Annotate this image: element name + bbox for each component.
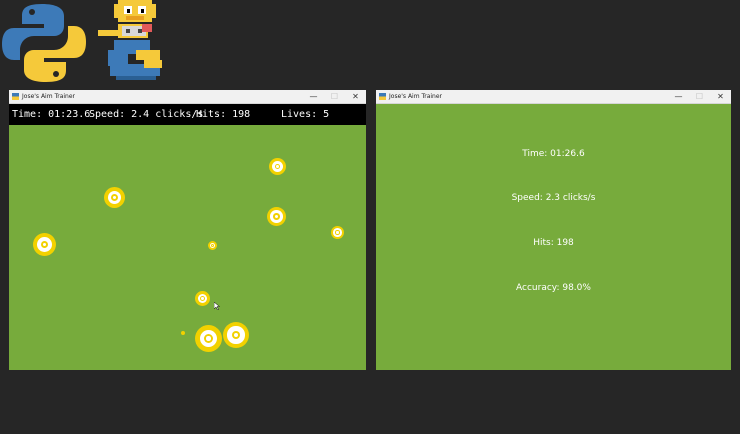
maximize-button[interactable]: ☐ xyxy=(324,90,345,103)
aim-trainer-window[interactable]: Jose's Aim Trainer — ☐ ✕ Time: 01:23.6 S… xyxy=(9,90,366,370)
target[interactable] xyxy=(223,322,249,348)
target[interactable] xyxy=(269,158,286,175)
results-window[interactable]: Jose's Aim Trainer — ☐ ✕ Time: 01:26.6 S… xyxy=(376,90,731,370)
python-logo xyxy=(2,4,86,82)
target[interactable] xyxy=(195,325,222,352)
mouse-cursor-icon xyxy=(214,302,220,310)
pixel-python-mascot xyxy=(98,0,162,80)
python-app-icon xyxy=(379,93,386,100)
hud-speed: Speed: 2.4 clicks/s xyxy=(89,109,204,120)
window-title: Jose's Aim Trainer xyxy=(22,93,76,100)
target[interactable] xyxy=(331,226,344,239)
target[interactable] xyxy=(195,291,210,306)
minimize-button[interactable]: — xyxy=(668,90,689,103)
target[interactable] xyxy=(33,233,56,256)
window-title: Jose's Aim Trainer xyxy=(389,93,443,100)
hud-lives: Lives: 5 xyxy=(281,109,330,120)
hud-hits: Hits: 198 xyxy=(196,109,251,120)
title-bar[interactable]: Jose's Aim Trainer — ☐ ✕ xyxy=(9,90,366,104)
result-hits: Hits: 198 xyxy=(533,238,574,248)
result-speed: Speed: 2.3 clicks/s xyxy=(511,193,596,203)
game-field[interactable] xyxy=(9,125,366,370)
hud-time: Time: 01:23.6 xyxy=(12,109,91,120)
target[interactable] xyxy=(104,187,125,208)
close-button[interactable]: ✕ xyxy=(710,90,731,103)
target[interactable] xyxy=(181,331,185,335)
result-accuracy: Accuracy: 98.0% xyxy=(516,283,591,293)
target[interactable] xyxy=(267,207,286,226)
python-app-icon xyxy=(12,93,19,100)
result-time: Time: 01:26.6 xyxy=(522,149,585,159)
target[interactable] xyxy=(208,241,217,250)
title-bar[interactable]: Jose's Aim Trainer — ☐ ✕ xyxy=(376,90,731,104)
hud-bar: Time: 01:23.6 Speed: 2.4 clicks/s Hits: … xyxy=(9,104,366,125)
maximize-button[interactable]: ☐ xyxy=(689,90,710,103)
minimize-button[interactable]: — xyxy=(303,90,324,103)
close-button[interactable]: ✕ xyxy=(345,90,366,103)
